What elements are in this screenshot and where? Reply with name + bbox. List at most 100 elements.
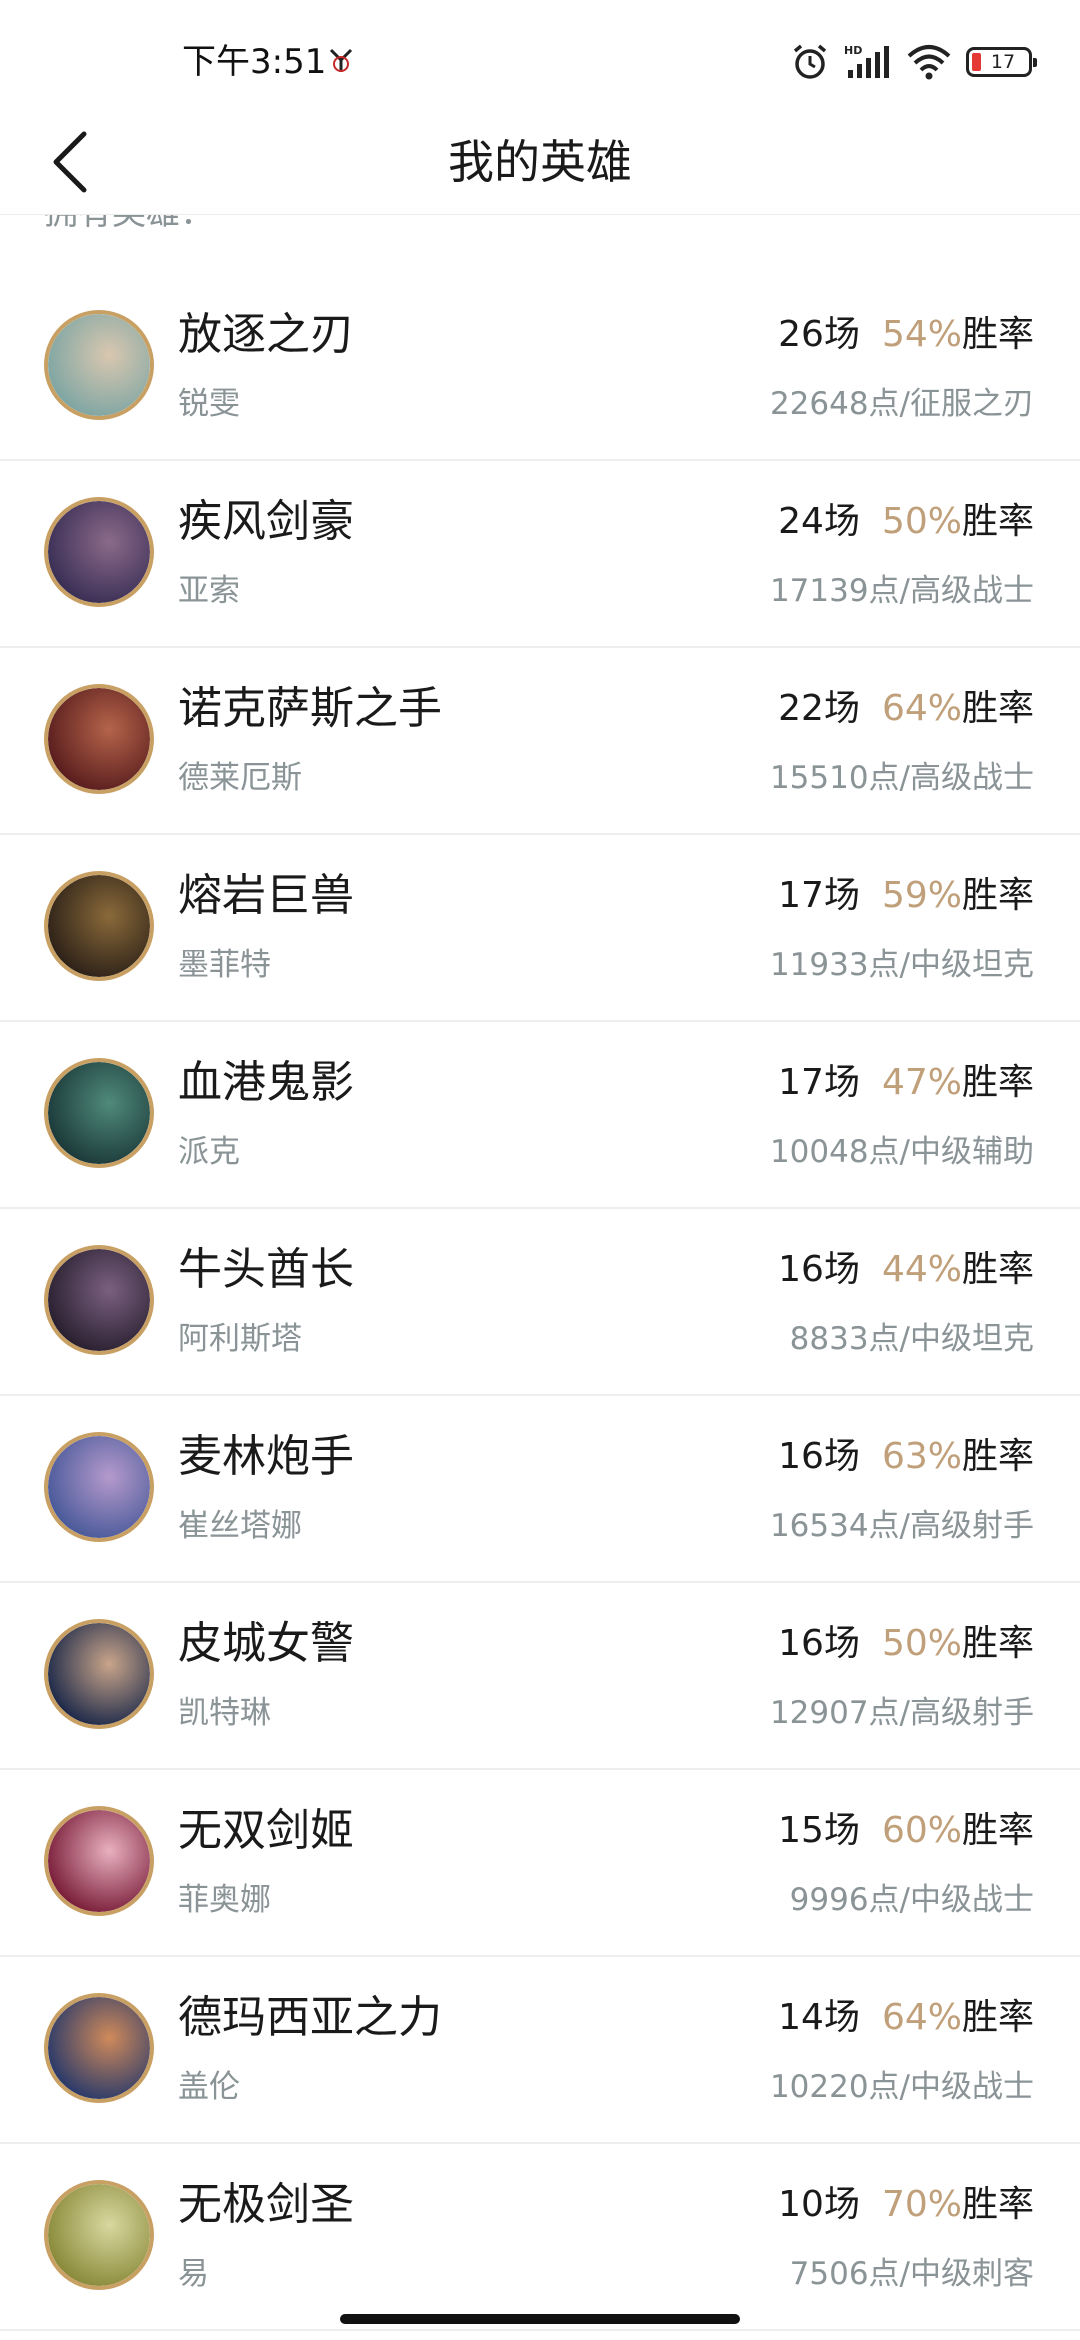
hero-stats: 26场 54%胜率 bbox=[778, 310, 1034, 360]
hero-points: 9996点/中级战士 bbox=[789, 1882, 1034, 1918]
hero-name: 亚索 bbox=[178, 573, 240, 609]
hero-name: 派克 bbox=[178, 1134, 240, 1170]
status-icons: HD 17 bbox=[790, 40, 1037, 84]
hero-row[interactable]: 德玛西亚之力盖伦 14场 64%胜率 10220点/中级战士 bbox=[0, 1957, 1080, 2144]
page-title: 我的英雄 bbox=[448, 135, 632, 189]
status-time: 下午3:51 bbox=[182, 42, 327, 82]
hero-title: 牛头酋长 bbox=[178, 1244, 354, 1295]
win-rate: 54% bbox=[881, 314, 962, 355]
hero-row[interactable]: 牛头酋长 阿利斯塔 16场 44%胜率 8833点/中级坦克 bbox=[0, 1209, 1080, 1396]
hero-stats: 22场 64%胜率 bbox=[778, 684, 1034, 734]
hero-portrait bbox=[48, 1062, 150, 1164]
hero-row[interactable]: 放逐之刃 锐雯 26场 54%胜率 22648点/征服之刃 bbox=[0, 274, 1080, 461]
win-rate: 63% bbox=[881, 1436, 962, 1477]
win-rate-label: 胜率 bbox=[961, 1249, 1034, 1290]
hero-row[interactable]: 麦林炮手 崔丝塔娜 16场 63%胜率 16534点/高级射手 bbox=[0, 1396, 1080, 1583]
hero-points: 22648点/征服之刃 bbox=[769, 386, 1034, 422]
win-rate-label: 胜率 bbox=[961, 2184, 1034, 2225]
section-label-container: 拥有英雄： bbox=[0, 215, 1080, 237]
hero-points: 11933点/中级坦克 bbox=[769, 947, 1034, 983]
hero-avatar bbox=[44, 310, 154, 420]
hero-avatar bbox=[44, 2180, 154, 2290]
hero-points: 10220点/中级战士 bbox=[769, 2069, 1034, 2105]
hero-title: 熔岩巨兽 bbox=[178, 870, 354, 921]
hero-name: 凯特琳 bbox=[178, 1695, 271, 1731]
win-rate-label: 胜率 bbox=[961, 314, 1034, 355]
games-count: 14场 bbox=[778, 1997, 860, 2038]
hero-title: 疾风剑豪 bbox=[178, 496, 354, 547]
hero-list: 放逐之刃 锐雯 26场 54%胜率 22648点/征服之刃 疾风剑豪 亚索 24场 50%胜率 1… bbox=[0, 274, 1080, 2331]
hero-name: 崔丝塔娜 bbox=[178, 1508, 302, 1544]
win-rate-label: 胜率 bbox=[961, 688, 1034, 729]
hero-row[interactable]: 无双剑姬 菲奥娜 15场 60%胜率 9996点/中级战士 bbox=[0, 1770, 1080, 1957]
win-rate: 50% bbox=[881, 501, 962, 542]
hero-stats: 17场 47%胜率 bbox=[778, 1058, 1034, 1108]
hero-portrait bbox=[48, 1810, 150, 1912]
hero-name: 盖伦 bbox=[178, 2069, 240, 2105]
hero-name: 阿利斯塔 bbox=[178, 1321, 302, 1357]
games-count: 22场 bbox=[778, 688, 860, 729]
hero-name: 易 bbox=[178, 2256, 209, 2292]
wifi-icon bbox=[906, 42, 952, 82]
hero-avatar bbox=[44, 1245, 154, 1355]
hero-points: 10048点/中级辅助 bbox=[769, 1134, 1034, 1170]
hero-avatar bbox=[44, 1432, 154, 1542]
hero-row[interactable]: 无极剑圣易 10场 70%胜率 7506点/中级刺客 bbox=[0, 2144, 1080, 2331]
navigation-header: 我的英雄 bbox=[0, 110, 1080, 215]
hero-points: 15510点/高级战士 bbox=[769, 760, 1034, 796]
hero-row[interactable]: 熔岩巨兽墨菲特 17场 59%胜率 11933点/中级坦克 bbox=[0, 835, 1080, 1022]
hero-name: 墨菲特 bbox=[178, 947, 271, 983]
hero-row[interactable]: 诺克萨斯之手 德莱厄斯 22场 64%胜率 15510点/高级战士 bbox=[0, 648, 1080, 835]
hero-stats: 16场 50%胜率 bbox=[778, 1619, 1034, 1669]
hero-stats: 15场 60%胜率 bbox=[778, 1806, 1034, 1856]
hero-avatar bbox=[44, 1058, 154, 1168]
hero-avatar bbox=[44, 871, 154, 981]
svg-text:HD: HD bbox=[844, 44, 862, 57]
hero-stats: 16场 44%胜率 bbox=[778, 1245, 1034, 1295]
hd-signal-icon: HD bbox=[844, 42, 892, 82]
games-count: 17场 bbox=[778, 875, 860, 916]
hero-row[interactable]: 疾风剑豪 亚索 24场 50%胜率 17139点/高级战士 bbox=[0, 461, 1080, 648]
battery-level: 17 bbox=[990, 51, 1016, 73]
hero-name: 德莱厄斯 bbox=[178, 760, 302, 796]
home-indicator[interactable] bbox=[340, 2314, 740, 2324]
win-rate: 64% bbox=[881, 688, 962, 729]
hero-title: 血港鬼影 bbox=[178, 1057, 354, 1108]
games-count: 15场 bbox=[778, 1810, 860, 1851]
battery-fill bbox=[972, 53, 981, 71]
hero-portrait bbox=[48, 688, 150, 790]
win-rate: 50% bbox=[881, 1623, 962, 1664]
win-rate-label: 胜率 bbox=[961, 1997, 1034, 2038]
hero-avatar bbox=[44, 1993, 154, 2103]
win-rate: 64% bbox=[881, 1997, 962, 2038]
games-count: 26场 bbox=[778, 314, 860, 355]
hero-stats: 16场 63%胜率 bbox=[778, 1432, 1034, 1482]
hero-row[interactable]: 血港鬼影派克 17场 47%胜率 10048点/中级辅助 bbox=[0, 1022, 1080, 1209]
hero-stats: 14场 64%胜率 bbox=[778, 1993, 1034, 2043]
win-rate-label: 胜率 bbox=[961, 1436, 1034, 1477]
hero-points: 12907点/高级射手 bbox=[769, 1695, 1034, 1731]
hero-portrait bbox=[48, 1997, 150, 2099]
win-rate-label: 胜率 bbox=[961, 875, 1034, 916]
hero-stats: 10场 70%胜率 bbox=[778, 2180, 1034, 2230]
hero-portrait bbox=[48, 1249, 150, 1351]
hero-stats: 24场 50%胜率 bbox=[778, 497, 1034, 547]
games-count: 16场 bbox=[778, 1623, 860, 1664]
hero-avatar bbox=[44, 1619, 154, 1729]
win-rate-label: 胜率 bbox=[961, 501, 1034, 542]
games-count: 16场 bbox=[778, 1436, 860, 1477]
hero-avatar bbox=[44, 1806, 154, 1916]
win-rate: 70% bbox=[881, 2184, 962, 2225]
win-rate-label: 胜率 bbox=[961, 1062, 1034, 1103]
games-count: 17场 bbox=[778, 1062, 860, 1103]
win-rate-label: 胜率 bbox=[961, 1623, 1034, 1664]
hero-stats: 17场 59%胜率 bbox=[778, 871, 1034, 921]
hero-row[interactable]: 皮城女警 凯特琳 16场 50%胜率 12907点/高级射手 bbox=[0, 1583, 1080, 1770]
win-rate: 59% bbox=[881, 875, 962, 916]
section-label: 拥有英雄： bbox=[44, 215, 214, 235]
hero-title: 德玛西亚之力 bbox=[178, 1992, 442, 2043]
hero-name: 锐雯 bbox=[178, 386, 240, 422]
hero-title: 无极剑圣 bbox=[178, 2179, 354, 2230]
win-rate: 47% bbox=[881, 1062, 962, 1103]
win-rate: 44% bbox=[881, 1249, 962, 1290]
